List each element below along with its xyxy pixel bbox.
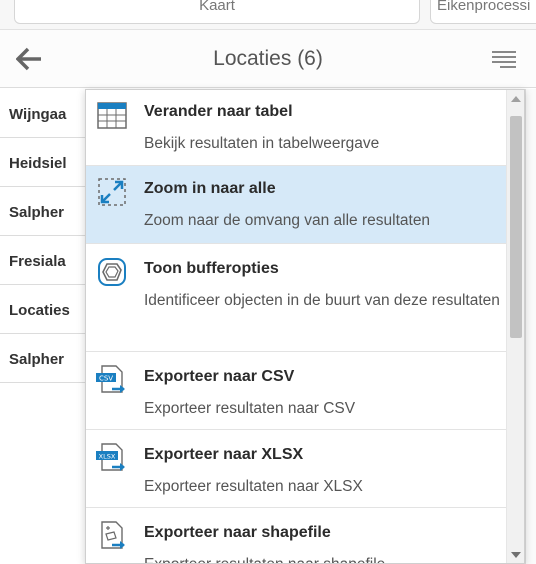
- menu-item-title: Exporteer naar XLSX: [144, 446, 304, 463]
- menu-item-table-view[interactable]: Verander naar tabel Bekijk resultaten in…: [86, 90, 506, 166]
- scroll-thumb[interactable]: [510, 116, 522, 338]
- export-csv-icon: CSV: [96, 365, 125, 393]
- page-title: Locaties (6): [213, 47, 323, 70]
- xlsx-badge-text: XLSX: [99, 453, 116, 461]
- layer-tab-field[interactable]: Eikenprocessi: [430, 0, 536, 24]
- menu-item-description: Exporteer resultaten naar CSV: [144, 400, 356, 417]
- results-actions-menu: Verander naar tabel Bekijk resultaten in…: [85, 89, 525, 564]
- menu-item-export-csv[interactable]: CSV Exporteer naar CSV Exporteer resulta…: [86, 352, 506, 430]
- menu-item-title: Verander naar tabel: [144, 103, 293, 120]
- menu-item-title: Toon bufferopties: [144, 260, 279, 277]
- menu-item-title: Zoom in naar alle: [144, 180, 276, 197]
- zoom-extent-icon: [98, 178, 126, 206]
- menu-item-title: Exporteer naar CSV: [144, 368, 295, 385]
- menu-item-export-shapefile[interactable]: Exporteer naar shapefile Exporteer resul…: [86, 508, 506, 563]
- menu-item-export-xlsx[interactable]: XLSX Exporteer naar XLSX Exporteer resul…: [86, 430, 506, 508]
- menu-item-zoom-all[interactable]: Zoom in naar alle Zoom naar de omvang va…: [86, 166, 506, 244]
- menu-item-description: Zoom naar de omvang van alle resultaten: [144, 212, 431, 229]
- export-shapefile-icon: [101, 521, 125, 549]
- scroll-up-arrow-icon[interactable]: [511, 96, 521, 102]
- menu-item-description: Identificeer objecten in de buurt van de…: [144, 292, 500, 309]
- menu-item-buffer-options[interactable]: Toon bufferopties Identificeer objecten …: [86, 244, 506, 352]
- csv-badge-text: CSV: [99, 375, 113, 383]
- menu-item-title: Exporteer naar shapefile: [144, 524, 331, 541]
- map-edge: [525, 89, 536, 564]
- menu-item-description: Exporteer resultaten naar shapefile: [144, 552, 502, 563]
- map-tab-field[interactable]: Kaart: [14, 0, 420, 24]
- scroll-down-arrow-icon[interactable]: [511, 552, 521, 558]
- top-toolbar: Kaart Eikenprocessi: [0, 0, 536, 30]
- panel-header: Locaties (6): [0, 30, 536, 88]
- buffer-icon: [98, 258, 126, 286]
- hamburger-menu-icon[interactable]: [492, 50, 516, 68]
- menu-item-description: Bekijk resultaten in tabelweergave: [144, 135, 380, 152]
- table-icon: [97, 102, 127, 129]
- menu-item-description: Exporteer resultaten naar XLSX: [144, 478, 363, 495]
- menu-scrollbar[interactable]: [506, 90, 524, 563]
- export-xlsx-icon: XLSX: [96, 443, 125, 471]
